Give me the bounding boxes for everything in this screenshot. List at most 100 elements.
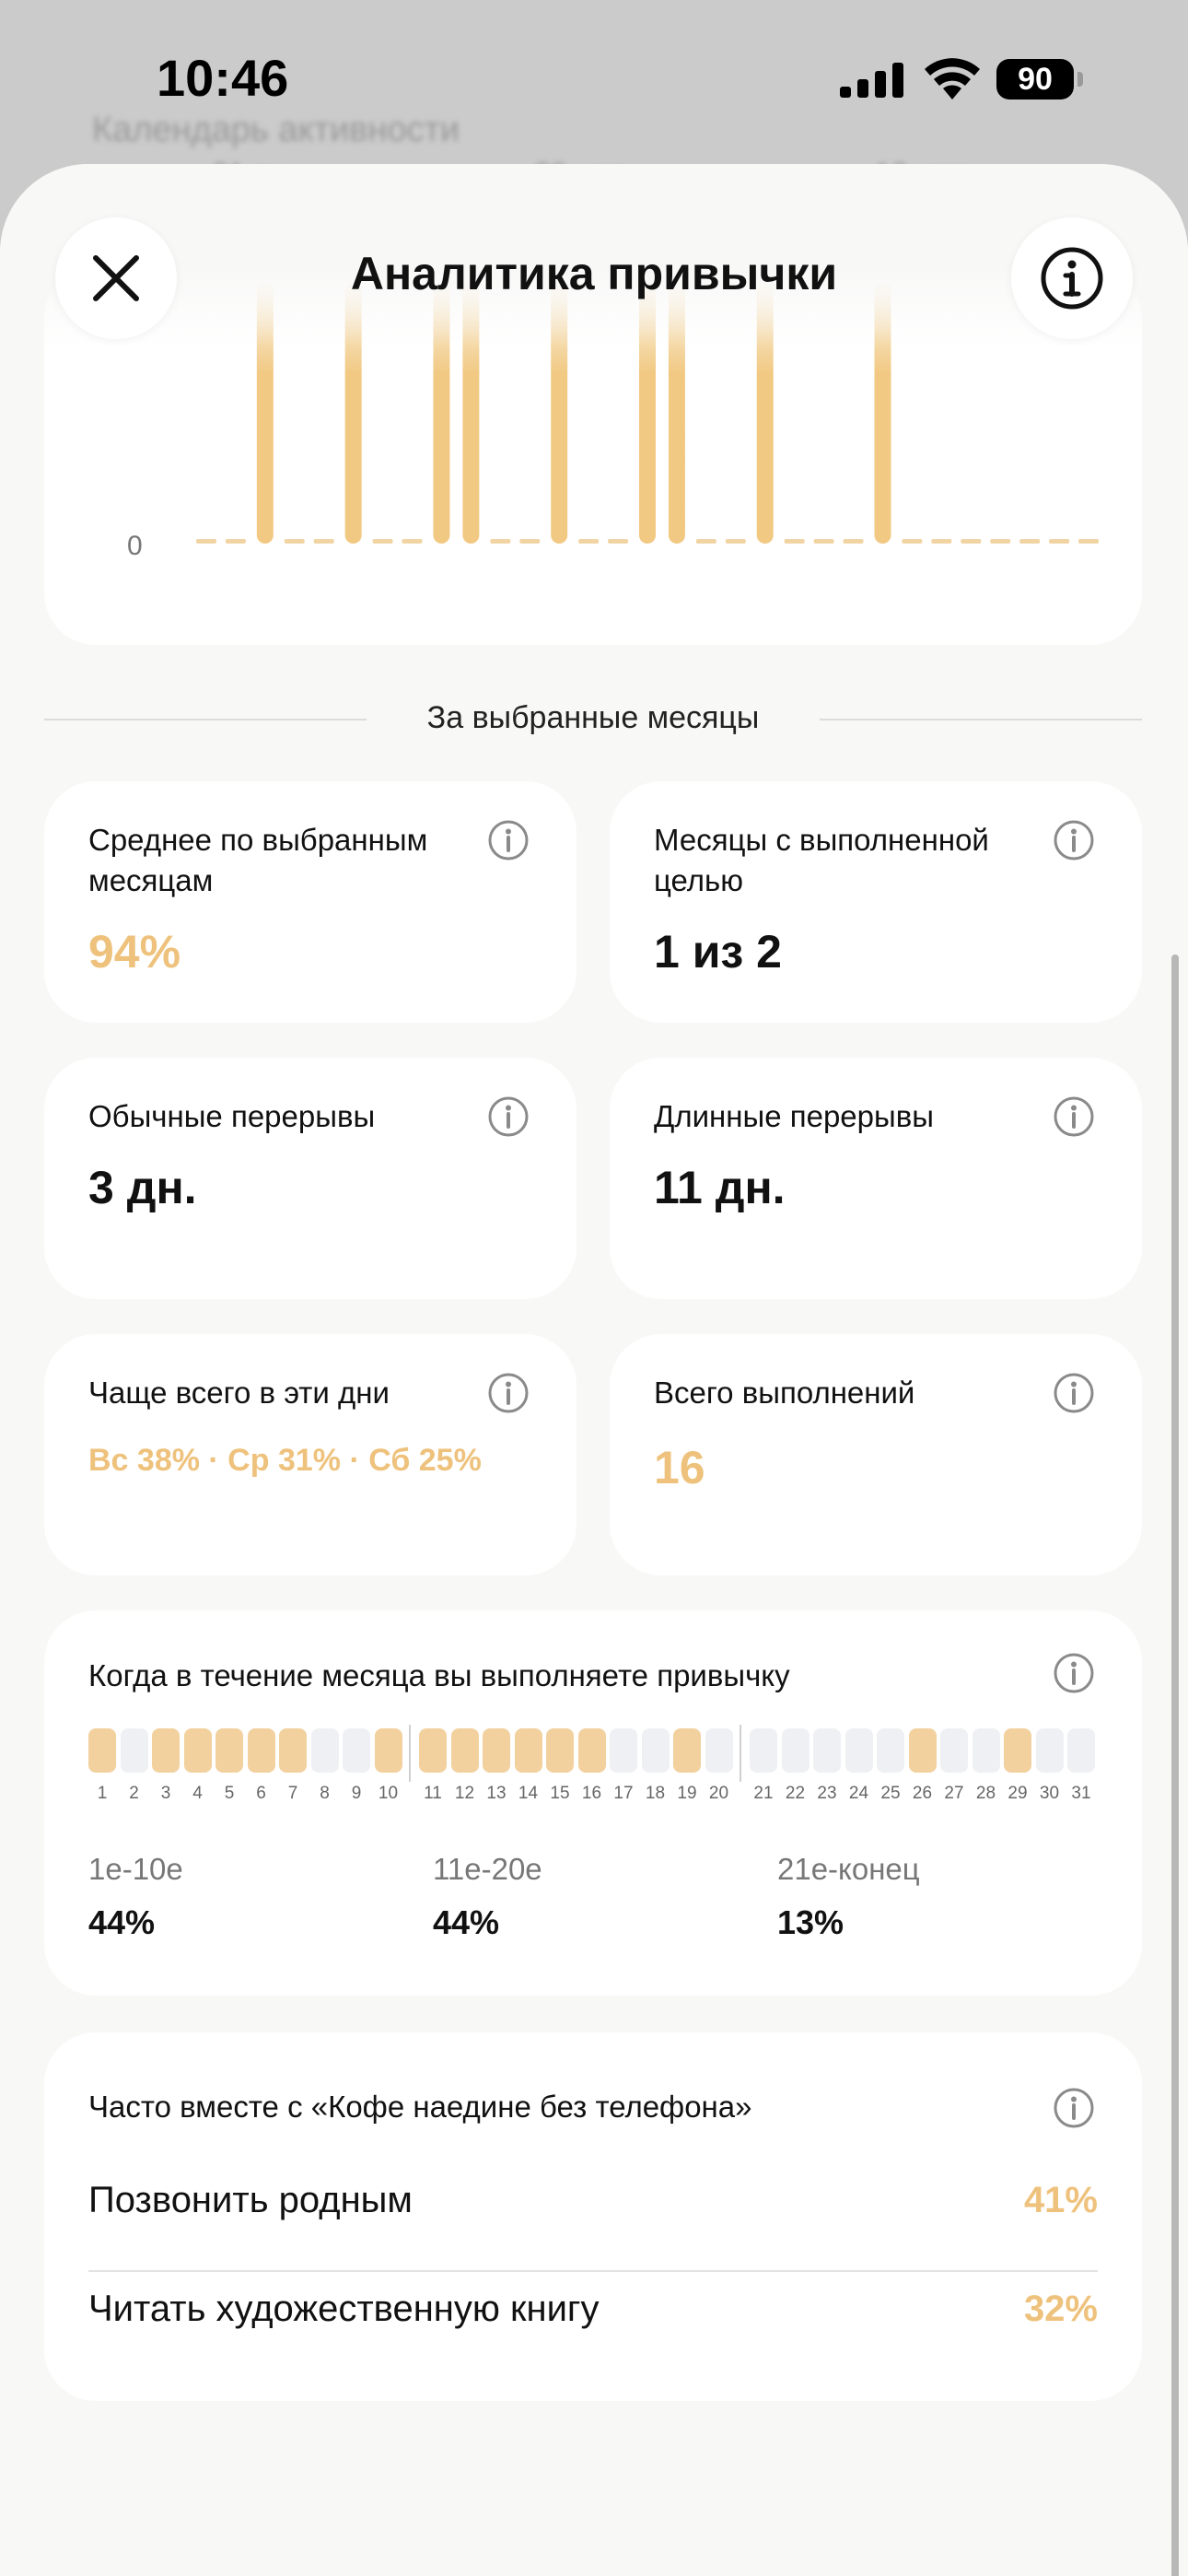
day-number: 31: [1071, 1784, 1091, 1803]
day-cell: [310, 1728, 339, 1773]
day-cell: [483, 1728, 510, 1773]
chart-bar-zero: [402, 539, 423, 544]
day-number: 24: [848, 1784, 869, 1803]
chart-bar-zero: [813, 539, 834, 544]
day-number: 23: [817, 1784, 837, 1803]
stat-label: Среднее по выбранным месяцам: [88, 823, 428, 897]
day-cell: [610, 1728, 637, 1773]
chart-bar-zero: [195, 539, 216, 544]
info-icon[interactable]: [486, 1095, 530, 1139]
info-icon[interactable]: [1052, 1371, 1096, 1415]
sheet-title: Аналитика привычки: [350, 248, 838, 299]
chart-bar-zero: [225, 539, 246, 544]
info-icon[interactable]: [1052, 1095, 1096, 1139]
analytics-sheet: 0 Аналитика привычки За выбранные месяцы: [0, 164, 1188, 2576]
day-group-separator: [740, 1725, 741, 1782]
chart-bar-zero: [990, 539, 1011, 544]
stat-value: 11 дн.: [654, 1162, 786, 1213]
day-number: 28: [975, 1784, 996, 1803]
day-number: 10: [378, 1784, 399, 1803]
together-item[interactable]: Читать художественную книгу 32%: [88, 2261, 1098, 2353]
day-number: 12: [454, 1784, 475, 1803]
stat-value: Вс 38% · Ср 31% · Сб 25%: [88, 1443, 482, 1478]
day-cell: [673, 1728, 701, 1773]
chart-bar-zero: [1078, 539, 1100, 544]
battery-tip: [1077, 72, 1083, 87]
chart-bar-zero: [902, 539, 923, 544]
day-number: 11: [424, 1784, 442, 1803]
day-cell: [88, 1728, 116, 1773]
cellular-signal-icon: [840, 63, 903, 98]
day-number: 1: [97, 1784, 108, 1803]
together-item-name: Позвонить родным: [88, 2180, 413, 2220]
day-number: 6: [256, 1784, 266, 1803]
info-icon[interactable]: [486, 818, 530, 862]
chart-bar-zero: [843, 539, 864, 544]
chart-bar-zero: [695, 539, 716, 544]
day-cell: [183, 1728, 212, 1773]
day-cell: [972, 1728, 1000, 1773]
info-icon[interactable]: [1052, 2086, 1096, 2130]
together-card: Часто вместе с «Кофе наедине без телефон…: [44, 2032, 1142, 2401]
day-number: 27: [944, 1784, 964, 1803]
day-cell: [514, 1728, 542, 1773]
together-item[interactable]: Позвонить родным 41%: [88, 2152, 1098, 2244]
stat-card-long-breaks: Длинные перерывы 11 дн.: [610, 1058, 1142, 1299]
day-cell: [750, 1728, 777, 1773]
day-cell: [1067, 1728, 1095, 1773]
day-cell: [215, 1728, 243, 1773]
day-cell: [343, 1728, 370, 1773]
day-number: 3: [160, 1784, 171, 1803]
sheet-header: Аналитика привычки: [0, 164, 1188, 348]
stat-card-total-completions: Всего выполнений 16: [610, 1334, 1142, 1575]
stat-card-regular-breaks: Обычные перерывы 3 дн.: [44, 1058, 577, 1299]
day-number: 22: [785, 1784, 806, 1803]
day-group-separator: [409, 1725, 411, 1782]
day-number: 26: [912, 1784, 933, 1803]
chart-bar-zero: [608, 539, 629, 544]
info-icon: [1041, 247, 1103, 310]
day-number: 25: [880, 1784, 901, 1803]
day-number: 16: [581, 1784, 602, 1803]
day-cell: [781, 1728, 809, 1773]
info-icon[interactable]: [1052, 818, 1096, 862]
stat-value: 16: [654, 1442, 705, 1493]
chart-bar-zero: [961, 539, 982, 544]
chart-bar-zero: [372, 539, 393, 544]
day-number: 9: [351, 1784, 362, 1803]
status-time: 10:46: [157, 49, 289, 107]
day-cell: [577, 1728, 606, 1773]
range-value: 13%: [777, 1903, 844, 1941]
stat-value: 1 из 2: [654, 926, 782, 978]
stat-card-average: Среднее по выбранным месяцам 94%: [44, 781, 577, 1023]
section-divider: За выбранные месяцы: [44, 691, 1142, 746]
chart-bar-zero: [578, 539, 600, 544]
together-item-name: Читать художественную книгу: [88, 2289, 600, 2329]
y-tick-label: 0: [127, 531, 143, 561]
day-number: 21: [753, 1784, 774, 1803]
battery-level: 90: [996, 59, 1074, 100]
day-number: 13: [486, 1784, 507, 1803]
day-number: 7: [287, 1784, 298, 1803]
wifi-icon: [925, 58, 980, 100]
stat-label: Обычные перерывы: [88, 1099, 376, 1133]
day-cell: [940, 1728, 968, 1773]
chart-bar-zero: [931, 539, 952, 544]
day-number: 18: [645, 1784, 666, 1803]
info-icon[interactable]: [486, 1371, 530, 1415]
chart-bar-zero: [1049, 539, 1070, 544]
day-cell: [1004, 1728, 1031, 1773]
info-icon[interactable]: [1052, 1651, 1096, 1695]
scrollbar[interactable]: [1171, 954, 1179, 2576]
day-number: 2: [129, 1784, 139, 1803]
day-number: 8: [320, 1784, 330, 1803]
day-number: 14: [518, 1784, 539, 1803]
day-number: 19: [677, 1784, 697, 1803]
info-button[interactable]: [1011, 217, 1133, 339]
chart-bar-zero: [1019, 539, 1041, 544]
day-number: 17: [613, 1784, 634, 1803]
chart-bar-zero: [519, 539, 541, 544]
range-label: 11е-20е: [433, 1852, 542, 1886]
stat-value: 3 дн.: [88, 1162, 197, 1213]
day-number: 20: [708, 1784, 729, 1803]
